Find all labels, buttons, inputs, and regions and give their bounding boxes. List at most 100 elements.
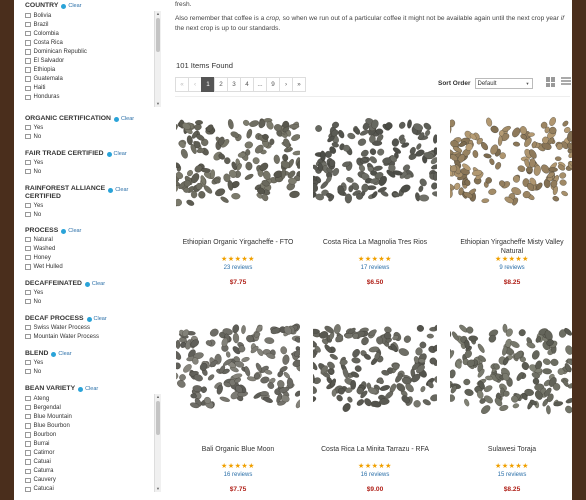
- product-card[interactable]: Costa Rica La Magnolia Tres Rios ★★★★★ 17 …: [313, 106, 437, 286]
- filter-option[interactable]: Washed: [25, 244, 161, 253]
- filter-option[interactable]: Haiti: [25, 84, 161, 93]
- page-button[interactable]: ...: [253, 77, 267, 92]
- reviews-link[interactable]: 16 reviews: [176, 471, 300, 480]
- checkbox[interactable]: [25, 76, 31, 82]
- scrollbar[interactable]: ▲ ▼: [154, 11, 161, 107]
- reviews-link[interactable]: 15 reviews: [450, 471, 572, 480]
- filter-option[interactable]: No: [25, 367, 161, 376]
- product-name[interactable]: Bali Organic Blue Moon: [176, 445, 300, 463]
- filter-option[interactable]: Brazil: [25, 20, 161, 29]
- checkbox[interactable]: [25, 133, 31, 140]
- clear-filter-button[interactable]: Clear: [61, 2, 82, 10]
- product-name[interactable]: Sulawesi Toraja: [450, 445, 572, 463]
- page-button[interactable]: »: [292, 77, 306, 92]
- reviews-link[interactable]: 23 reviews: [176, 264, 300, 273]
- filter-option[interactable]: Catimor: [25, 449, 161, 458]
- grid-view-icon[interactable]: [546, 77, 556, 87]
- page-button[interactable]: 2: [214, 77, 228, 92]
- product-card[interactable]: Bali Organic Blue Moon ★★★★★ 16 reviews $7.…: [176, 313, 300, 493]
- product-image[interactable]: [176, 106, 300, 230]
- filter-option[interactable]: Honey: [25, 253, 161, 262]
- checkbox[interactable]: [25, 30, 31, 37]
- filter-option[interactable]: Colombia: [25, 29, 161, 38]
- checkbox[interactable]: [25, 359, 31, 366]
- checkbox[interactable]: [25, 236, 31, 243]
- checkbox[interactable]: [25, 441, 31, 447]
- filter-option[interactable]: El Salvador: [25, 56, 161, 65]
- filter-option[interactable]: No: [25, 132, 161, 141]
- checkbox[interactable]: [25, 85, 31, 92]
- checkbox[interactable]: [25, 12, 31, 19]
- checkbox[interactable]: [25, 368, 31, 375]
- sort-select[interactable]: Default ▼: [474, 78, 533, 89]
- checkbox[interactable]: [25, 211, 31, 218]
- checkbox[interactable]: [25, 254, 31, 261]
- filter-option[interactable]: Caturra: [25, 467, 161, 476]
- checkbox[interactable]: [25, 459, 31, 465]
- checkbox[interactable]: [25, 450, 31, 456]
- clear-filter-button[interactable]: Clear: [86, 315, 107, 323]
- checkbox[interactable]: [25, 413, 31, 420]
- checkbox[interactable]: [25, 404, 31, 411]
- filter-option[interactable]: Cauvery: [25, 476, 161, 485]
- filter-option[interactable]: No: [25, 210, 161, 219]
- reviews-link[interactable]: 16 reviews: [313, 471, 437, 480]
- product-card[interactable]: Ethiopian Organic Yirgacheffe - FTO ★★★★★…: [176, 106, 300, 286]
- product-name[interactable]: Ethiopian Organic Yirgacheffe - FTO: [176, 238, 300, 256]
- product-name[interactable]: Ethiopian Yirgacheffe Misty Valley Natur…: [450, 238, 572, 256]
- filter-option[interactable]: Mountain Water Process: [25, 332, 161, 341]
- checkbox[interactable]: [25, 58, 31, 64]
- filter-option[interactable]: Burrai: [25, 439, 161, 448]
- page-button[interactable]: 1: [201, 77, 215, 92]
- checkbox[interactable]: [25, 94, 31, 101]
- filter-option[interactable]: Yes: [25, 358, 161, 367]
- checkbox[interactable]: [25, 264, 31, 270]
- checkbox[interactable]: [25, 468, 31, 475]
- page-button[interactable]: ‹: [188, 77, 202, 92]
- product-name[interactable]: Costa Rica La Magnolia Tres Rios: [313, 238, 437, 256]
- checkbox[interactable]: [25, 333, 31, 340]
- product-image[interactable]: [176, 313, 300, 437]
- clear-filter-button[interactable]: Clear: [106, 150, 127, 158]
- filter-option[interactable]: Bergendal: [25, 403, 161, 412]
- checkbox[interactable]: [25, 67, 31, 73]
- product-image[interactable]: [313, 106, 437, 230]
- checkbox[interactable]: [25, 245, 31, 252]
- checkbox[interactable]: [25, 324, 31, 331]
- checkbox[interactable]: [25, 40, 31, 46]
- product-image[interactable]: [313, 313, 437, 437]
- filter-option[interactable]: Bolivia: [25, 11, 161, 20]
- reviews-link[interactable]: 17 reviews: [313, 264, 437, 273]
- checkbox[interactable]: [25, 49, 31, 55]
- checkbox[interactable]: [25, 298, 31, 305]
- checkbox[interactable]: [25, 159, 31, 166]
- clear-filter-button[interactable]: Clear: [84, 280, 105, 288]
- filter-option[interactable]: Costa Rica: [25, 38, 161, 47]
- clear-filter-button[interactable]: Clear: [78, 385, 98, 393]
- filter-option[interactable]: Blue Mountain: [25, 412, 161, 421]
- product-card[interactable]: Sulawesi Toraja ★★★★★ 15 reviews $8.25: [450, 313, 572, 493]
- checkbox[interactable]: [25, 423, 31, 429]
- checkbox[interactable]: [25, 21, 31, 28]
- filter-option[interactable]: Yes: [25, 288, 161, 297]
- clear-filter-button[interactable]: Clear: [61, 227, 81, 235]
- filter-option[interactable]: Wet Hulled: [25, 262, 161, 271]
- reviews-link[interactable]: 9 reviews: [450, 264, 572, 273]
- checkbox[interactable]: [25, 395, 31, 402]
- checkbox[interactable]: [25, 432, 31, 438]
- scrollbar[interactable]: ▲ ▼: [154, 394, 161, 492]
- filter-option[interactable]: Swiss Water Process: [25, 323, 161, 332]
- checkbox[interactable]: [25, 486, 31, 492]
- clear-filter-button[interactable]: Clear: [108, 186, 128, 194]
- product-name[interactable]: Costa Rica La Minita Tarrazu - RFA: [313, 445, 437, 463]
- product-card[interactable]: Ethiopian Yirgacheffe Misty Valley Natur…: [450, 106, 572, 286]
- filter-option[interactable]: Ethiopia: [25, 66, 161, 75]
- product-image[interactable]: [450, 313, 572, 437]
- page-button[interactable]: «: [175, 77, 189, 92]
- page-button[interactable]: 9: [266, 77, 280, 92]
- filter-option[interactable]: Catucai: [25, 485, 161, 492]
- filter-option[interactable]: No: [25, 167, 161, 176]
- filter-option[interactable]: Catuai: [25, 458, 161, 467]
- checkbox[interactable]: [25, 477, 31, 484]
- filter-option[interactable]: Dominican Republic: [25, 47, 161, 56]
